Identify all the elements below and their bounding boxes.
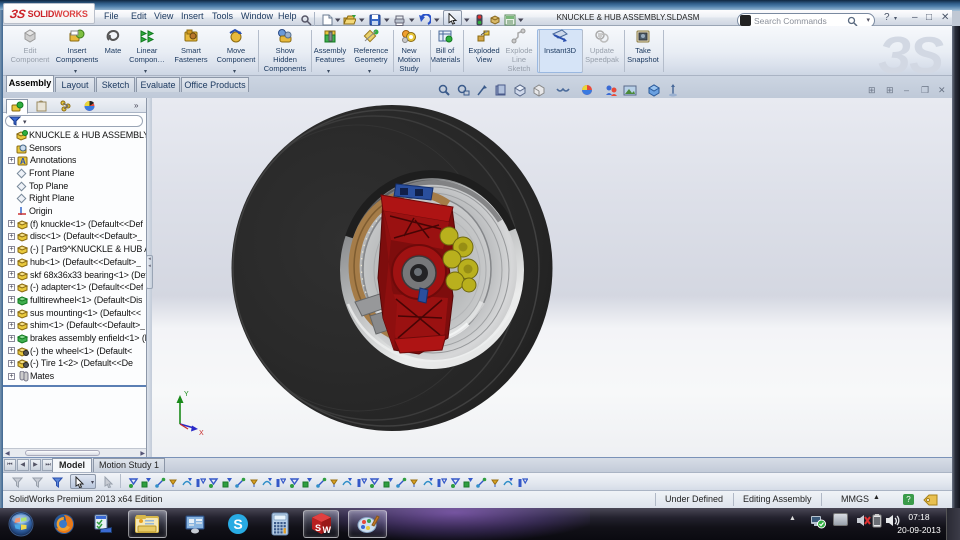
svg-text:A: A [20,157,26,166]
svg-text:Y: Y [184,391,189,398]
svg-text:X: X [199,430,204,437]
